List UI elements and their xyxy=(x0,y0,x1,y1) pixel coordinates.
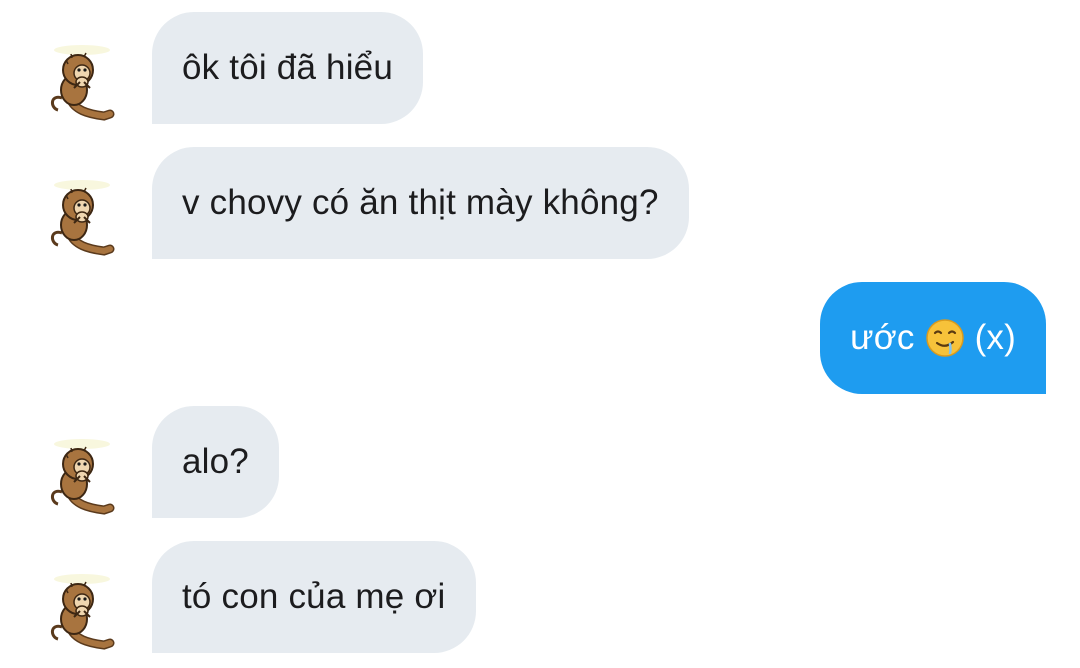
message-text: v chovy có ăn thịt mày không? xyxy=(182,183,659,222)
incoming-message-bubble[interactable]: ôk tôi đã hiểu xyxy=(152,12,424,124)
message-text: alo? xyxy=(182,442,249,481)
sitting-monkey-avatar-icon[interactable] xyxy=(44,571,124,651)
message-text: tó con của mẹ ơi xyxy=(182,577,446,616)
message-row: ước (x) xyxy=(0,282,1080,394)
outgoing-message-bubble[interactable]: ước (x) xyxy=(820,282,1046,394)
message-text-before: ước xyxy=(850,318,915,357)
message-row: alo? xyxy=(0,406,1080,518)
incoming-message-bubble[interactable]: tó con của mẹ ơi xyxy=(152,541,476,653)
chat-thread: ôk tôi đã hiểu v chovy có ăn thịt mày kh… xyxy=(0,0,1080,668)
sitting-monkey-avatar-icon[interactable] xyxy=(44,436,124,516)
drooling-face-emoji-icon xyxy=(925,318,965,358)
incoming-message-bubble[interactable]: v chovy có ăn thịt mày không? xyxy=(152,147,689,259)
message-text: ôk tôi đã hiểu xyxy=(182,48,394,87)
incoming-message-bubble[interactable]: alo? xyxy=(152,406,279,518)
message-row: ôk tôi đã hiểu xyxy=(0,12,1080,124)
sitting-monkey-avatar-icon[interactable] xyxy=(44,42,124,122)
message-row: tó con của mẹ ơi xyxy=(0,541,1080,653)
message-text-after: (x) xyxy=(974,318,1016,357)
message-row: v chovy có ăn thịt mày không? xyxy=(0,147,1080,259)
sitting-monkey-avatar-icon[interactable] xyxy=(44,177,124,257)
